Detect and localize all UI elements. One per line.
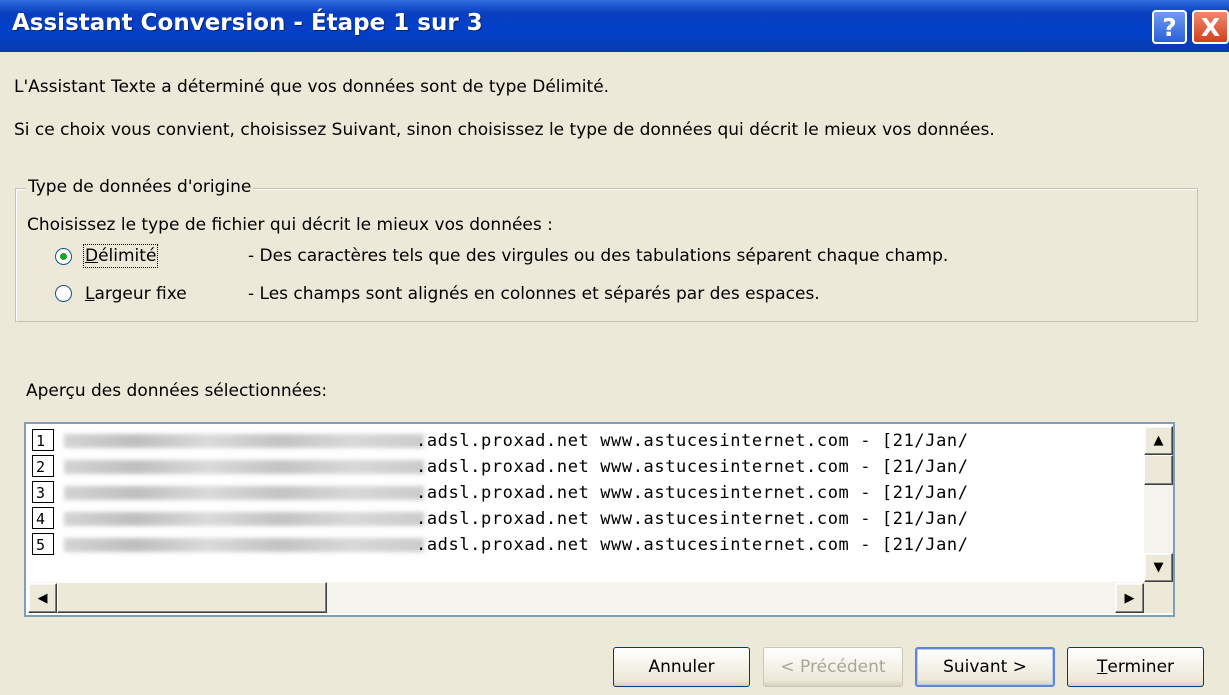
row-number: 5 <box>32 533 54 555</box>
finish-label: erminer <box>1107 657 1175 677</box>
window-title: Assistant Conversion - Étape 1 sur 3 <box>12 10 483 36</box>
preview-label: Aperçu des données sélectionnées: <box>26 381 328 401</box>
row-text: .adsl.proxad.net www.astucesinternet.com… <box>416 509 969 529</box>
scroll-left-button[interactable]: ◀ <box>28 583 57 613</box>
row-text: .adsl.proxad.net www.astucesinternet.com… <box>416 431 969 451</box>
next-button[interactable]: Suivant > <box>915 647 1055 687</box>
radio-fixed-width-text: argeur fixe <box>94 284 187 304</box>
table-row: 3 .adsl.proxad.net www.astucesinternet.c… <box>28 480 1144 506</box>
scroll-up-button[interactable]: ▲ <box>1144 426 1173 455</box>
radio-delimited[interactable] <box>55 248 72 265</box>
cancel-button[interactable]: Annuler <box>613 647 750 687</box>
vertical-scrollbar[interactable]: ▲ ▼ <box>1144 426 1173 582</box>
redacted-text <box>64 434 424 448</box>
radio-delimited-label[interactable]: Délimité <box>82 244 159 268</box>
radio-fixed-width-label[interactable]: Largeur fixe <box>85 284 187 304</box>
row-text: .adsl.proxad.net www.astucesinternet.com… <box>416 483 969 503</box>
mnemonic-t: T <box>1096 657 1108 677</box>
redacted-text <box>64 538 424 552</box>
scrollbar-corner <box>1144 582 1173 613</box>
table-row: 5 .adsl.proxad.net www.astucesinternet.c… <box>28 532 1144 558</box>
finish-button[interactable]: Terminer <box>1067 647 1204 687</box>
vertical-scroll-thumb[interactable] <box>1144 455 1173 485</box>
preview-rows: 1 .adsl.proxad.net www.astucesinternet.c… <box>28 426 1144 582</box>
close-button[interactable]: X <box>1192 10 1229 44</box>
data-preview[interactable]: 1 .adsl.proxad.net www.astucesinternet.c… <box>24 422 1175 617</box>
row-number: 4 <box>32 507 54 529</box>
row-text: .adsl.proxad.net www.astucesinternet.com… <box>416 457 969 477</box>
arrow-down-icon: ▼ <box>1153 560 1164 575</box>
help-icon: ? <box>1162 12 1177 42</box>
previous-button[interactable]: < Précédent <box>763 647 903 687</box>
table-row: 4 .adsl.proxad.net www.astucesinternet.c… <box>28 506 1144 532</box>
intro-text-1: L'Assistant Texte a déterminé que vos do… <box>14 77 610 97</box>
redacted-text <box>64 460 424 474</box>
arrow-left-icon: ◀ <box>37 590 48 606</box>
mnemonic-d: D <box>85 246 99 266</box>
redacted-text <box>64 512 424 526</box>
row-text: .adsl.proxad.net www.astucesinternet.com… <box>416 535 969 555</box>
redacted-text <box>64 486 424 500</box>
scroll-right-button[interactable]: ▶ <box>1115 583 1144 613</box>
arrow-up-icon: ▲ <box>1153 433 1164 448</box>
arrow-right-icon: ▶ <box>1124 590 1135 606</box>
close-icon: X <box>1200 12 1221 42</box>
horizontal-scrollbar[interactable]: ◀ ▶ <box>28 582 1144 613</box>
radio-fixed-width-description: - Les champs sont alignés en colonnes et… <box>248 284 820 304</box>
groupbox-prompt: Choisissez le type de fichier qui décrit… <box>27 215 553 235</box>
groupbox-legend: Type de données d'origine <box>26 177 254 197</box>
title-bar[interactable]: Assistant Conversion - Étape 1 sur 3 ? X <box>0 0 1229 52</box>
radio-fixed-width[interactable] <box>55 285 72 302</box>
row-number: 2 <box>32 455 54 477</box>
radio-delimited-text: élimité <box>98 246 157 266</box>
table-row: 2 .adsl.proxad.net www.astucesinternet.c… <box>28 454 1144 480</box>
row-number: 1 <box>32 429 54 451</box>
scroll-down-button[interactable]: ▼ <box>1144 553 1173 582</box>
horizontal-scroll-thumb[interactable] <box>57 582 327 613</box>
intro-text-2: Si ce choix vous convient, choisissez Su… <box>14 120 995 140</box>
row-number: 3 <box>32 481 54 503</box>
table-row: 1 .adsl.proxad.net www.astucesinternet.c… <box>28 428 1144 454</box>
radio-delimited-description: - Des caractères tels que des virgules o… <box>248 246 949 266</box>
help-button[interactable]: ? <box>1152 10 1187 44</box>
